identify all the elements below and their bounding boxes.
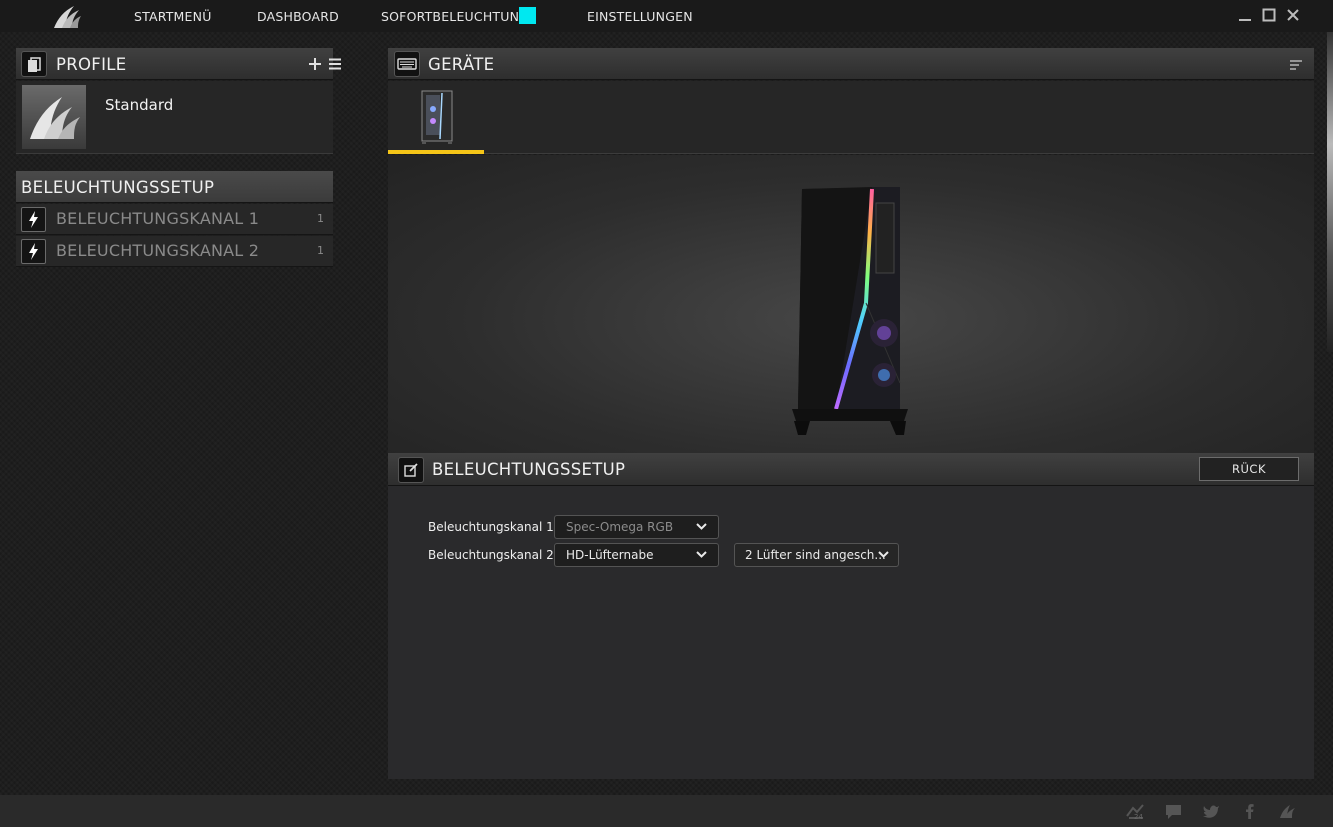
lightning-icon xyxy=(21,239,46,264)
nav-home[interactable]: STARTMENÜ xyxy=(134,9,212,24)
lighting-setup-nav-title: BELEUCHTUNGSSETUP xyxy=(21,178,215,197)
nav-dashboard[interactable]: DASHBOARD xyxy=(257,9,339,24)
chevron-down-icon xyxy=(696,551,707,558)
lighting-setup-nav-header[interactable]: BELEUCHTUNGSSETUP xyxy=(16,171,333,203)
lighting-channel-label: BELEUCHTUNGSKANAL 2 xyxy=(56,241,260,260)
nav-settings[interactable]: EINSTELLUNGEN xyxy=(587,9,693,24)
lighting-setup-body: Beleuchtungskanal 1 Spec-Omega RGB Beleu… xyxy=(388,486,1314,779)
notification-count: 24 xyxy=(1134,813,1143,821)
profile-name: Standard xyxy=(105,96,174,114)
notification-count-icon[interactable]: 24 xyxy=(1125,802,1147,822)
channel-1-label: Beleuchtungskanal 1 xyxy=(428,520,554,534)
device-preview xyxy=(388,155,1314,453)
top-bar: STARTMENÜ DASHBOARD SOFORTBELEUCHTUNG EI… xyxy=(0,0,1333,32)
device-tab-active-indicator xyxy=(388,150,484,154)
window-edge xyxy=(1327,32,1333,352)
sort-icon[interactable] xyxy=(1289,59,1303,71)
devices-header: GERÄTE xyxy=(388,48,1314,80)
profile-icon xyxy=(21,51,47,77)
corsair-logo-icon xyxy=(54,6,81,28)
device-strip xyxy=(388,81,1314,154)
lighting-channel-2-item[interactable]: BELEUCHTUNGSKANAL 2 1 xyxy=(16,236,333,267)
lighting-channel-1-item[interactable]: BELEUCHTUNGSKANAL 1 1 xyxy=(16,204,333,235)
channel-1-device-value: Spec-Omega RGB xyxy=(566,520,674,534)
facebook-icon[interactable] xyxy=(1241,803,1258,820)
devices-title: GERÄTE xyxy=(428,55,495,74)
lighting-channel-count: 1 xyxy=(317,244,324,257)
profiles-header: PROFILE xyxy=(16,48,341,80)
channel-1-device-select[interactable]: Spec-Omega RGB xyxy=(554,515,719,539)
device-tab-case[interactable] xyxy=(388,81,484,154)
pc-case-image xyxy=(792,187,908,435)
channel-2-device-select[interactable]: HD-Lüfternabe xyxy=(554,543,719,567)
close-icon[interactable] xyxy=(1285,7,1301,23)
menu-icon[interactable] xyxy=(328,57,342,71)
pc-case-icon xyxy=(421,90,453,144)
lighting-setup-header: BELEUCHTUNGSSETUP RÜCK xyxy=(388,453,1314,486)
maximize-icon[interactable] xyxy=(1261,7,1277,23)
keyboard-icon xyxy=(394,51,420,77)
edit-icon xyxy=(398,457,424,483)
channel-2-label: Beleuchtungskanal 2 xyxy=(428,548,554,562)
lightning-icon xyxy=(21,207,46,232)
profiles-title: PROFILE xyxy=(56,55,127,74)
back-button[interactable]: RÜCK xyxy=(1199,457,1299,481)
footer: 24 xyxy=(0,795,1333,827)
lighting-setup-title: BELEUCHTUNGSSETUP xyxy=(432,460,626,479)
channel-2-fan-count-select[interactable]: 2 Lüfter sind angesch... xyxy=(734,543,899,567)
corsair-logo-icon xyxy=(30,97,80,139)
minimize-icon[interactable] xyxy=(1237,7,1253,23)
profile-item[interactable]: Standard xyxy=(16,81,333,154)
chevron-down-icon xyxy=(878,551,889,558)
add-icon[interactable] xyxy=(308,57,322,71)
chevron-down-icon xyxy=(696,523,707,530)
channel-2-device-value: HD-Lüfternabe xyxy=(566,548,654,562)
lighting-channel-label: BELEUCHTUNGSKANAL 1 xyxy=(56,209,260,228)
nav-instant-lighting[interactable]: SOFORTBELEUCHTUNG xyxy=(381,9,529,24)
channel-2-fan-count-value: 2 Lüfter sind angesch... xyxy=(745,548,886,562)
corsair-icon[interactable] xyxy=(1279,803,1296,820)
chat-icon[interactable] xyxy=(1165,803,1182,820)
profile-thumbnail xyxy=(22,85,86,149)
lighting-channel-count: 1 xyxy=(317,212,324,225)
instant-lighting-color-swatch[interactable] xyxy=(519,7,536,24)
twitter-icon[interactable] xyxy=(1203,803,1220,820)
